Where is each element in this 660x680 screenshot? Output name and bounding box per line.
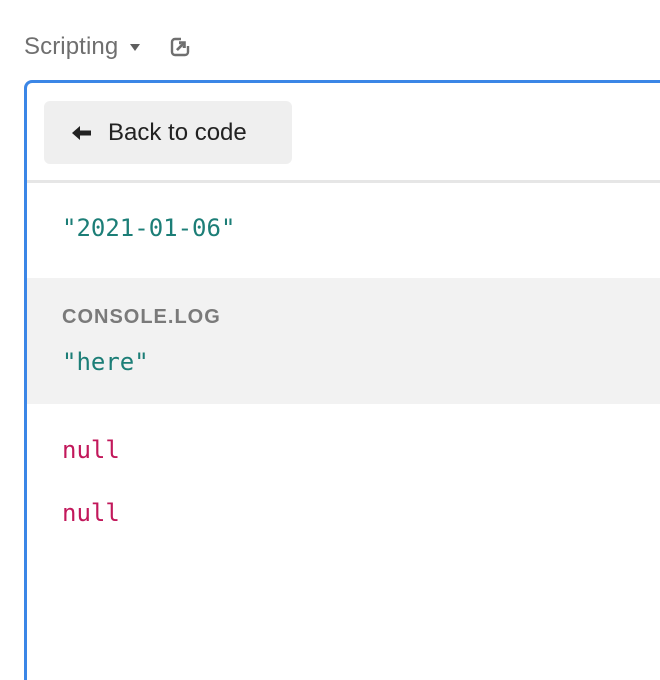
- scripting-title[interactable]: Scripting: [24, 33, 118, 61]
- console-log-block: CONSOLE.LOG "here": [27, 278, 660, 404]
- console-log-value: "here": [62, 348, 149, 376]
- back-to-code-button[interactable]: Back to code: [44, 101, 292, 164]
- script-output-panel: Back to code "2021-01-06" CONSOLE.LOG "h…: [24, 80, 660, 680]
- caret-down-icon[interactable]: [130, 43, 141, 51]
- back-to-code-label: Back to code: [108, 118, 247, 146]
- arrow-left-icon: [72, 125, 92, 140]
- null-output-2: null: [62, 499, 120, 527]
- null-output-1: null: [62, 436, 120, 464]
- result-value: "2021-01-06": [62, 214, 236, 242]
- external-link-icon[interactable]: [170, 37, 191, 57]
- scripting-header: Scripting: [24, 30, 191, 64]
- arrow-left-icon-svg: [72, 125, 91, 140]
- console-log-label: CONSOLE.LOG: [62, 306, 221, 328]
- output-toolbar: Back to code: [27, 83, 660, 183]
- external-link-icon-svg: [171, 37, 191, 57]
